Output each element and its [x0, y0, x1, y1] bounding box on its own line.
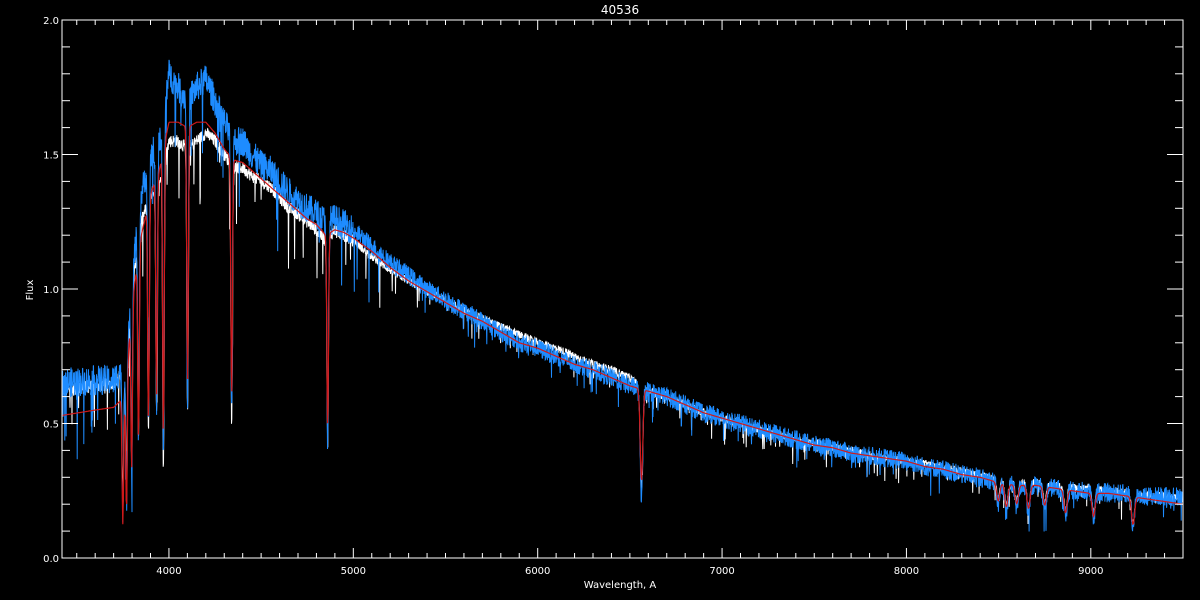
x-tick-label: 8000	[894, 566, 919, 577]
spectrum-chart: 4000 5000 6000 7000 8000 90000.00.51.01.52.0 …	[0, 0, 1200, 600]
y-tick-label: 0.0	[43, 554, 59, 565]
y-tick-label: 2.0	[43, 16, 59, 27]
x-tick-label: 6000	[525, 566, 550, 577]
x-axis-label: Wavelength, A	[584, 580, 657, 591]
x-tick-label: 9000	[1078, 566, 1103, 577]
x-tick-label: 7000	[709, 566, 734, 577]
y-tick-label: 0.5	[43, 420, 59, 431]
y-tick-label: 1.0	[43, 285, 59, 296]
y-tick-label: 1.5	[43, 151, 59, 162]
x-tick-label: 4000	[156, 566, 181, 577]
y-axis-label: Flux	[25, 280, 36, 301]
x-tick-label: 5000	[341, 566, 366, 577]
chart-title: 40536	[601, 3, 639, 17]
